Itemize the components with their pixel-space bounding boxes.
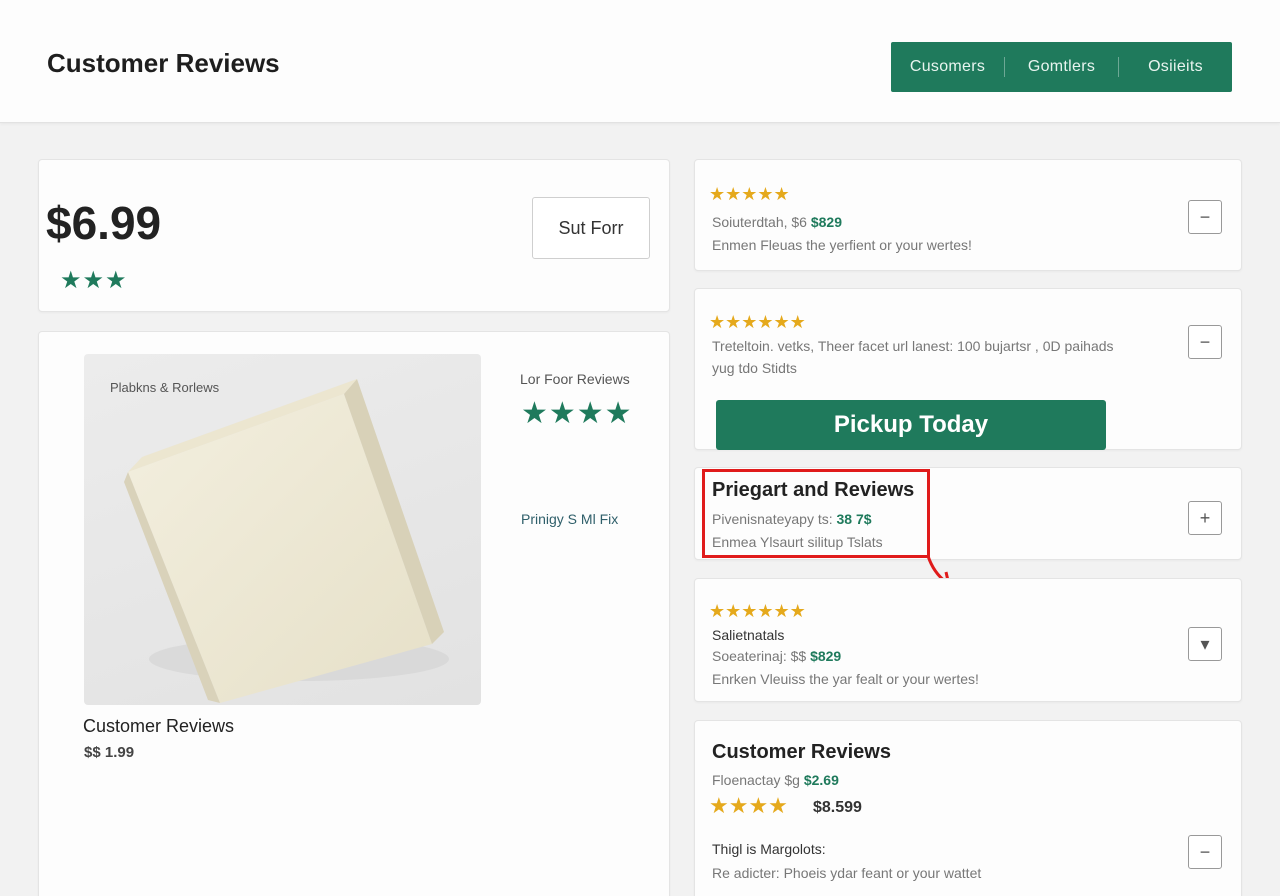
review-title: Customer Reviews xyxy=(712,741,891,763)
review-stars: ★★★★★★ xyxy=(709,601,806,621)
product-price-large: $6.99 xyxy=(46,197,162,249)
price-card: $6.99 ★★★ Sut Forr xyxy=(38,159,670,312)
review-note: Thigl is Margolots: xyxy=(712,841,826,857)
product-card: Plabkns & Rorlews Customer Reviews $$ 1.… xyxy=(38,331,670,896)
review-price: $2.69 xyxy=(803,772,839,788)
collapse-button[interactable]: − xyxy=(1188,835,1222,869)
top-nav: Cusomers Gomtlers Osiieits xyxy=(891,42,1232,92)
product-image[interactable]: Plabkns & Rorlews xyxy=(84,354,481,705)
review-card: Customer Reviews Floenactay $g $2.69 ★★★… xyxy=(694,720,1242,896)
review-card: ★★★★★ Soiuterdtah, $6 $829 Enmen Fleuas … xyxy=(694,159,1242,271)
side-link[interactable]: Prinigy S Ml Fix xyxy=(521,511,618,527)
review-stars: ★★★★★ xyxy=(709,184,790,204)
review-meta-text: Floenactay $g xyxy=(712,772,804,788)
side-rating-stars: ★★★★ xyxy=(521,397,633,430)
side-reviews-label: Lor Foor Reviews xyxy=(520,371,630,387)
review-meta: Floenactay $g $2.69 xyxy=(712,772,839,788)
review-stars: ★★★★★★ xyxy=(709,312,806,332)
review-meta: Soiuterdtah, $6 $829 xyxy=(712,214,842,230)
highlight-box xyxy=(702,469,930,558)
pickup-today-button[interactable]: Pickup Today xyxy=(716,400,1106,450)
review-text: Enrken Vleuiss the yar fealt or your wer… xyxy=(712,671,979,687)
review-meta: Treteltoin. vetks, Theer facet url lanes… xyxy=(712,338,1114,354)
review-text: yug tdo Stidts xyxy=(712,360,797,376)
review-card: ★★★★★★ Treteltoin. vetks, Theer facet ur… xyxy=(694,288,1242,450)
review-card: ★★★★★★ Salietnatals Soeaterinaj: $$ $829… xyxy=(694,578,1242,702)
review-text: Re adicter: Phoeis ydar feant or your wa… xyxy=(712,865,982,881)
review-price: $829 xyxy=(810,214,843,230)
review-author: Salietnatals xyxy=(712,627,785,643)
product-box-illustration xyxy=(124,379,449,703)
review-meta-text: Soiuterdtah, $6 xyxy=(712,214,811,230)
nav-item-gomtlers[interactable]: Gomtlers xyxy=(1005,58,1118,76)
product-name: Customer Reviews xyxy=(83,716,235,736)
rating-stars: ★★★ xyxy=(60,267,128,294)
expand-button[interactable]: + xyxy=(1188,501,1222,535)
sort-button[interactable]: Sut Forr xyxy=(532,197,650,259)
collapse-button[interactable]: − xyxy=(1188,200,1222,234)
collapse-button[interactable]: − xyxy=(1188,325,1222,359)
review-stars: ★★★★ xyxy=(709,793,788,818)
page-title: Customer Reviews xyxy=(47,48,280,78)
review-meta-text: Soeaterinaj: $$ xyxy=(712,648,811,664)
review-price-total: $8.599 xyxy=(813,799,862,816)
review-price: $829 xyxy=(810,648,842,664)
top-bar: Customer Reviews Cusomers Gomtlers Osiie… xyxy=(0,0,1280,123)
review-meta: Soeaterinaj: $$ $829 xyxy=(712,648,841,664)
product-price: $$ 1.99 xyxy=(84,744,135,761)
review-text: Enmen Fleuas the yerfient or your wertes… xyxy=(712,237,972,253)
dropdown-button[interactable]: ▾ xyxy=(1188,627,1222,661)
nav-item-osiieits[interactable]: Osiieits xyxy=(1119,58,1232,76)
nav-item-customers[interactable]: Cusomers xyxy=(891,58,1004,76)
